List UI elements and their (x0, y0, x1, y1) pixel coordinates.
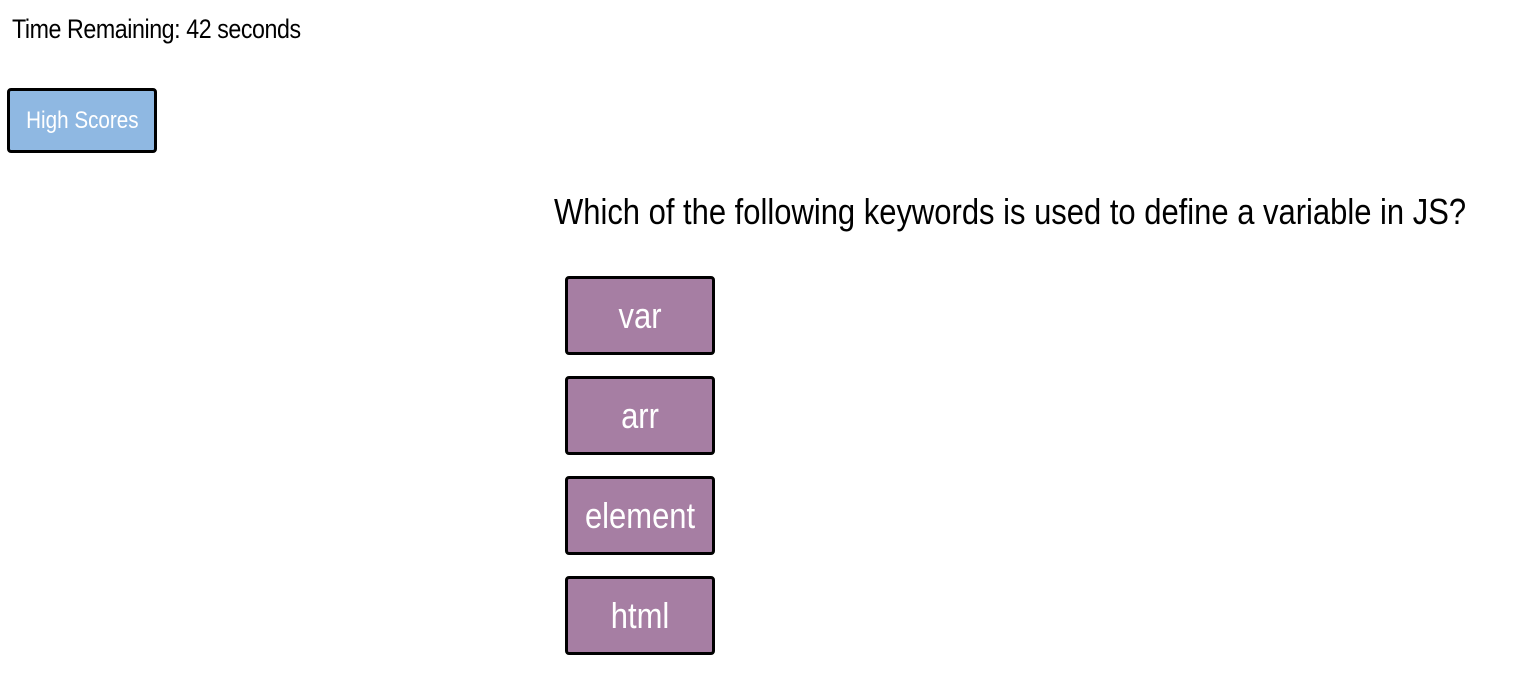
answer-button-element[interactable]: element (565, 476, 715, 555)
time-remaining: Time Remaining: 42 seconds (12, 14, 301, 44)
high-scores-label: High Scores (25, 106, 139, 134)
answer-button-arr[interactable]: arr (565, 376, 715, 455)
answer-button-html[interactable]: html (565, 576, 715, 655)
answer-list: var arr element html (565, 276, 715, 676)
question-text: Which of the following keywords is used … (554, 191, 1467, 232)
high-scores-button[interactable]: High Scores (7, 88, 157, 153)
answer-label: element (584, 494, 696, 536)
answer-button-var[interactable]: var (565, 276, 715, 355)
answer-label: var (618, 294, 662, 336)
answer-label: html (610, 594, 670, 636)
answer-label: arr (621, 394, 659, 436)
